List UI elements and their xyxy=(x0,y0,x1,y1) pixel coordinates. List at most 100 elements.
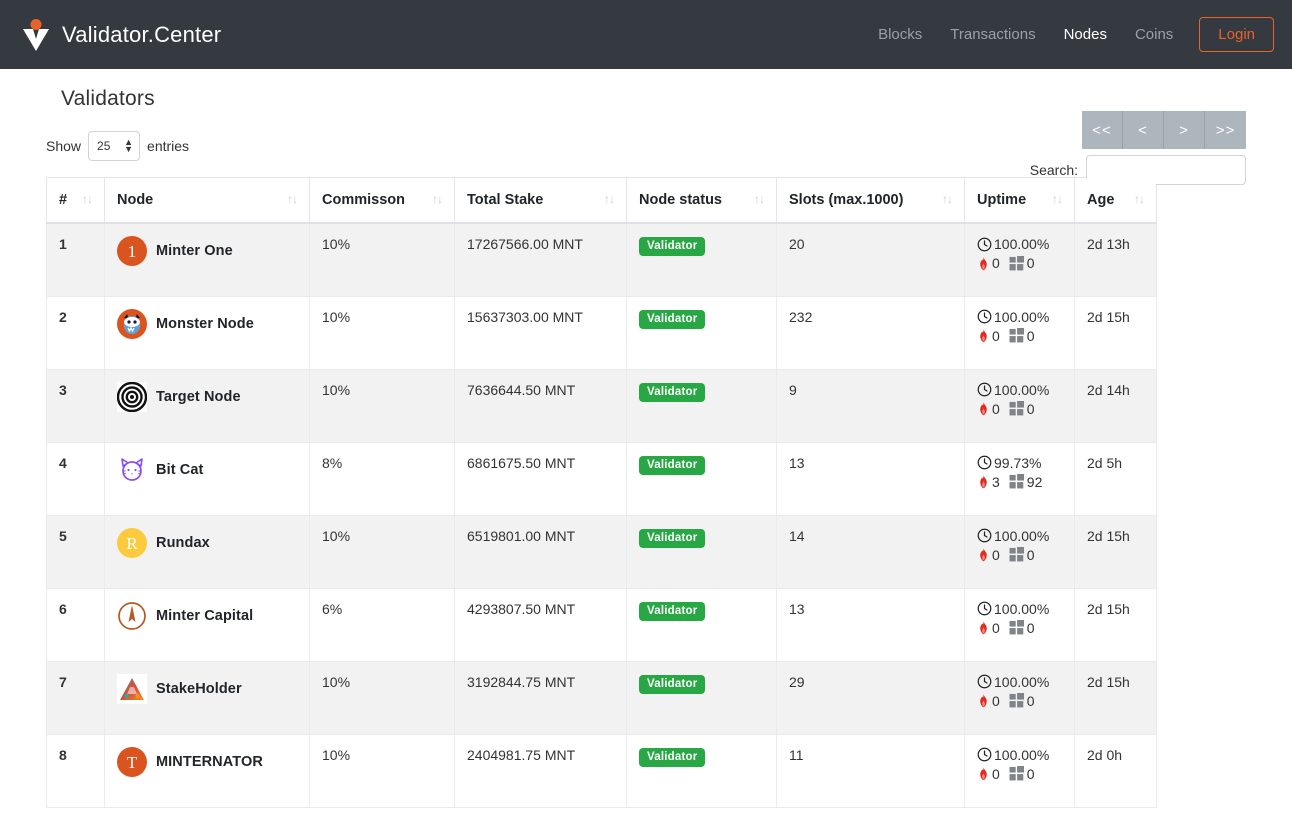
node-avatar-icon: R xyxy=(117,527,147,558)
fire-icon xyxy=(977,401,990,416)
clock-icon xyxy=(977,455,993,470)
table-row[interactable]: 4 Bit Cat 8% 6861675.50 MNT Validator 13 99.73… xyxy=(46,441,1157,516)
node-avatar-icon: T xyxy=(117,746,147,777)
blocks-count: 0 xyxy=(1026,327,1035,344)
sort-icon[interactable]: ↑↓ xyxy=(754,192,765,206)
page-title: Validators xyxy=(61,87,155,110)
nav-link-blocks[interactable]: Blocks xyxy=(864,18,936,51)
cell-node[interactable]: R Rundax xyxy=(104,514,310,589)
table-row[interactable]: 6 Minter Capital 6% 4293807.50 MNT Validator… xyxy=(46,587,1157,662)
login-button[interactable]: Login xyxy=(1199,16,1274,53)
cell-uptime: 100.00% 0 0 xyxy=(964,222,1075,297)
table-row[interactable]: 7 StakeHolder 10% 3192844.75 MNT Validator 29… xyxy=(46,660,1157,735)
nav-link-coins[interactable]: Coins xyxy=(1121,18,1187,51)
node-name[interactable]: Rundax xyxy=(156,535,210,551)
cell-uptime: 100.00% 0 0 xyxy=(964,368,1075,443)
cell-node[interactable]: StakeHolder xyxy=(104,660,310,735)
sort-icon[interactable]: ↑↓ xyxy=(287,192,298,206)
table-row[interactable]: 8 T MINTERNATOR 10% 2404981.75 MNT Validator 1… xyxy=(46,733,1157,808)
nav-link-transactions[interactable]: Transactions xyxy=(936,18,1049,51)
validator-logo-icon xyxy=(20,18,52,52)
cell-index: 3 xyxy=(46,368,105,443)
sort-icon[interactable]: ↑↓ xyxy=(432,192,443,206)
table-row[interactable]: 1 1 Minter One 10% 17267566.00 MNT Validator 2… xyxy=(46,222,1157,297)
uptime-percent: 100.00% xyxy=(994,673,1050,690)
cell-slots: 14 xyxy=(776,514,965,589)
sort-icon[interactable]: ↑↓ xyxy=(942,192,953,206)
fire-icon xyxy=(977,693,990,708)
table-row[interactable]: 5 R Rundax 10% 6519801.00 MNT Validator 14 100.… xyxy=(46,514,1157,589)
node-name[interactable]: Bit Cat xyxy=(156,462,203,478)
brand-title: Validator.Center xyxy=(62,21,222,47)
uptime-percent: 100.00% xyxy=(994,236,1050,252)
pagination-first-button[interactable]: << xyxy=(1082,111,1123,149)
column-header-commission[interactable]: Commisson ↑↓ xyxy=(309,177,455,224)
cell-node[interactable]: Monster Node xyxy=(104,295,310,370)
cell-index: 7 xyxy=(46,660,105,735)
pagination-prev-button[interactable]: < xyxy=(1123,111,1164,149)
validators-table: # ↑↓ Node ↑↓ Commisson ↑↓ Total Stake ↑↓ Nod… xyxy=(46,177,1157,808)
sort-icon[interactable]: ↑↓ xyxy=(1052,192,1063,206)
missed-count: 0 xyxy=(992,400,1000,417)
cell-age: 2d 5h xyxy=(1074,441,1157,516)
cell-total-stake: 6519801.00 MNT xyxy=(454,514,627,589)
show-label: Show xyxy=(46,138,82,154)
cell-total-stake: 17267566.00 MNT xyxy=(454,222,627,297)
blocks-icon xyxy=(1009,401,1025,416)
fire-icon xyxy=(977,547,990,562)
cell-index: 1 xyxy=(46,222,105,297)
cell-node[interactable]: Minter Capital xyxy=(104,587,310,662)
node-name[interactable]: Minter Capital xyxy=(156,608,253,624)
node-name[interactable]: Target Node xyxy=(156,389,241,405)
blocks-icon xyxy=(1009,328,1025,343)
cell-node[interactable]: 1 Minter One xyxy=(104,222,310,297)
status-badge: Validator xyxy=(639,382,706,402)
sort-icon[interactable]: ↑↓ xyxy=(604,192,615,206)
column-header-slots[interactable]: Slots (max.1000) ↑↓ xyxy=(776,177,965,224)
table-row[interactable]: 2 Monster Node 10% 15637303.00 MNT Validator… xyxy=(46,295,1157,370)
cell-commission: 10% xyxy=(309,368,455,443)
column-header-uptime[interactable]: Uptime ↑↓ xyxy=(964,177,1075,224)
cell-node[interactable]: Target Node xyxy=(104,368,310,443)
svg-text:1: 1 xyxy=(128,242,137,261)
cell-total-stake: 15637303.00 MNT xyxy=(454,295,627,370)
sort-icon[interactable]: ↑↓ xyxy=(82,192,93,206)
table-controls: Show 10 25 50 100 ▲▼ entries << < > >> S… xyxy=(46,111,1246,185)
cell-uptime: 100.00% 0 0 xyxy=(964,587,1075,662)
cell-node[interactable]: T MINTERNATOR xyxy=(104,733,310,808)
page-length-select[interactable]: 10 25 50 100 xyxy=(88,131,141,161)
cell-node-status: Validator xyxy=(626,733,777,808)
node-avatar-icon xyxy=(117,600,147,631)
cell-commission: 10% xyxy=(309,733,455,808)
cell-index: 6 xyxy=(46,587,105,662)
cell-age: 2d 15h xyxy=(1074,514,1157,589)
column-header-age[interactable]: Age ↑↓ xyxy=(1074,177,1157,224)
table-row[interactable]: 3 Target Node 10% 7636644.50 MNT Validator 9 1… xyxy=(46,368,1157,443)
pagination-last-button[interactable]: >> xyxy=(1205,111,1246,149)
missed-count: 0 xyxy=(992,765,1000,782)
cell-total-stake: 3192844.75 MNT xyxy=(454,660,627,735)
column-label: # xyxy=(59,192,68,208)
sort-icon[interactable]: ↑↓ xyxy=(1134,192,1145,206)
node-name[interactable]: Monster Node xyxy=(156,316,254,332)
uptime-percent: 100.00% xyxy=(994,381,1050,398)
blocks-count: 0 xyxy=(1026,400,1035,417)
column-header-node[interactable]: Node ↑↓ xyxy=(104,177,310,224)
uptime-percent: 99.73% xyxy=(994,454,1042,471)
nav-link-nodes[interactable]: Nodes xyxy=(1050,18,1121,51)
node-name[interactable]: MINTERNATOR xyxy=(156,754,263,770)
brand-home-link[interactable]: Validator.Center xyxy=(20,18,221,52)
node-name[interactable]: StakeHolder xyxy=(156,681,242,697)
entries-label: entries xyxy=(147,138,190,154)
cell-commission: 10% xyxy=(309,295,455,370)
cell-node[interactable]: Bit Cat xyxy=(104,441,310,516)
uptime-percent: 100.00% xyxy=(994,600,1050,617)
node-name[interactable]: Minter One xyxy=(156,243,233,259)
column-header-index[interactable]: # ↑↓ xyxy=(46,177,105,224)
column-header-node-status[interactable]: Node status ↑↓ xyxy=(626,177,777,224)
column-header-total-stake[interactable]: Total Stake ↑↓ xyxy=(454,177,627,224)
status-badge: Validator xyxy=(639,747,706,767)
page-length-select-wrap: 10 25 50 100 ▲▼ xyxy=(88,131,141,161)
pagination-next-button[interactable]: > xyxy=(1164,111,1205,149)
fire-icon xyxy=(977,328,990,343)
